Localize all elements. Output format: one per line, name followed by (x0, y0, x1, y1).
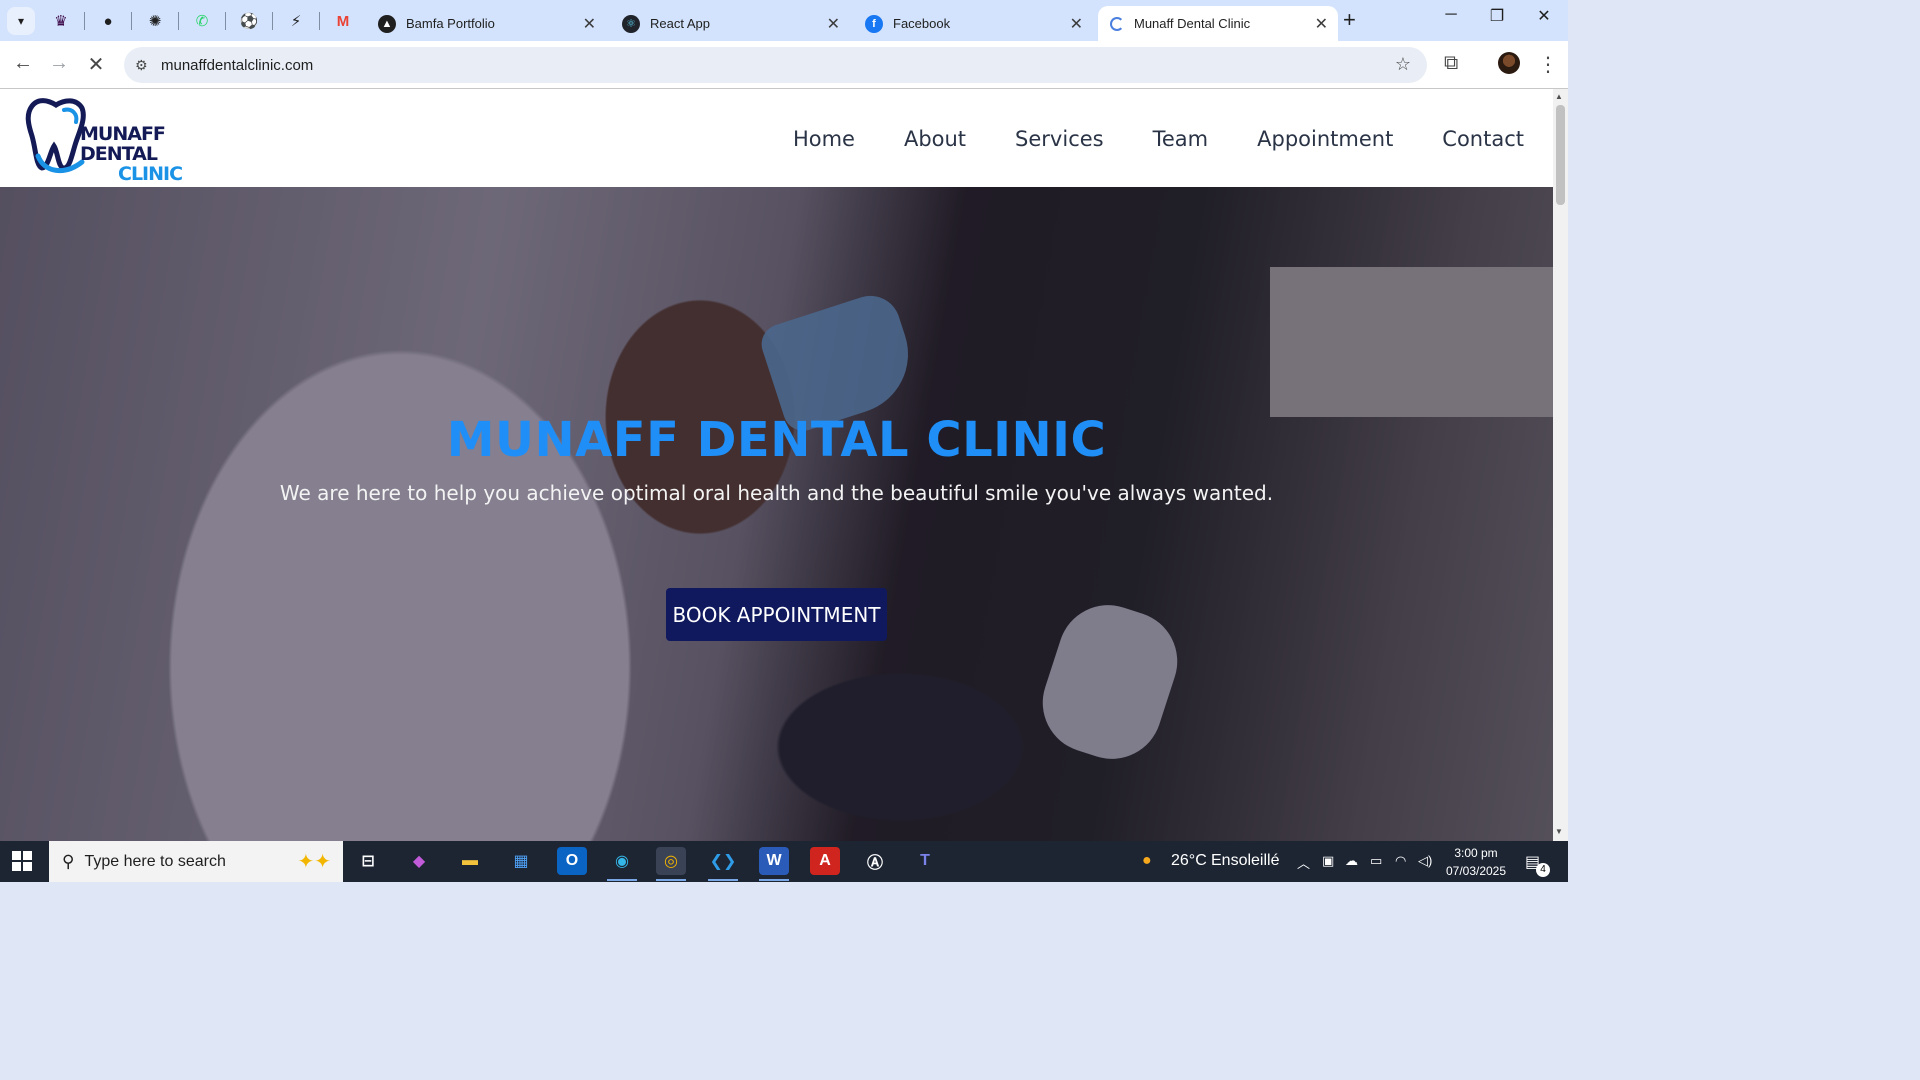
wifi-icon[interactable]: ◠ (1395, 853, 1406, 869)
web-page: MUNAFF DENTAL CLINIC Home About Services… (0, 89, 1553, 841)
site-info-icon[interactable]: ⚙ (135, 57, 155, 74)
tab-divider (84, 12, 85, 30)
scroll-up-icon[interactable]: ▲ (1555, 92, 1563, 101)
gmail-icon[interactable]: M (330, 8, 356, 34)
loading-icon (1110, 16, 1124, 31)
tab-divider (131, 12, 132, 30)
nav-team[interactable]: Team (1153, 127, 1209, 151)
tab-search-button[interactable]: ▾ (7, 7, 35, 35)
address-bar[interactable]: ⚙ munaffdentalclinic.com ☆ (124, 47, 1427, 83)
profile-avatar[interactable] (1498, 52, 1520, 74)
whatsapp-icon[interactable]: ✆ (189, 8, 215, 34)
windows-taskbar: ⚲ Type here to search ✦✦ ⊟ ◆ ▬ ▦ O ◉ ◎ ❮… (0, 841, 1568, 882)
tab-title: Munaff Dental Clinic (1134, 16, 1251, 31)
menu-kebab-icon[interactable]: ⋮ (1538, 52, 1558, 77)
vscode-icon[interactable]: ❮❯ (708, 847, 738, 881)
copilot-sparkle-icon: ✦✦ (297, 851, 331, 873)
app-store-icon[interactable]: Ⓐ (860, 847, 890, 875)
hero-title: MUNAFF DENTAL CLINIC (446, 412, 1107, 468)
facebook-icon: f (865, 14, 883, 33)
tab-bamfa-portfolio[interactable]: ▲ Bamfa Portfolio ✕ (366, 6, 606, 41)
tab-title: React App (650, 16, 710, 31)
logo-text: MUNAFF DENTAL CLINIC (80, 124, 204, 184)
task-view-icon[interactable]: ⊟ (353, 847, 383, 875)
search-icon: ⚲ (62, 851, 75, 871)
openai-icon[interactable]: ✺ (142, 8, 168, 34)
scrollbar-thumb[interactable] (1556, 105, 1565, 205)
browser-tab-strip: ▾ ♛ ● ✺ ✆ ⚽ ⚡ M ▲ Bamfa Portfolio ✕ ⚛ Re… (0, 0, 1568, 41)
edge-icon[interactable]: ◉ (607, 847, 637, 881)
tab-title: Bamfa Portfolio (406, 16, 495, 31)
react-icon: ⚛ (622, 14, 640, 33)
new-tab-button[interactable]: + (1343, 7, 1356, 33)
scroll-down-icon[interactable]: ▼ (1555, 827, 1563, 836)
notification-count-badge: 4 (1536, 863, 1550, 877)
battery-icon[interactable]: ▭ (1370, 853, 1382, 869)
onedrive-cloud-icon[interactable]: ☁ (1345, 853, 1358, 869)
chrome-icon[interactable]: ◎ (656, 847, 686, 881)
outlook-icon[interactable]: O (557, 847, 587, 875)
restore-button[interactable]: ❐ (1474, 6, 1520, 26)
close-icon[interactable]: ✕ (1070, 14, 1083, 34)
logo-line-1: MUNAFF DENTAL (80, 123, 166, 165)
forward-button[interactable]: → (46, 52, 72, 75)
close-icon[interactable]: ✕ (1315, 14, 1328, 34)
extensions-icon[interactable]: ⧉ (1444, 52, 1458, 75)
bolt-icon[interactable]: ⚡ (283, 8, 309, 34)
word-icon[interactable]: W (759, 847, 789, 881)
search-placeholder[interactable]: Type here to search (84, 853, 225, 871)
tab-title: Facebook (893, 16, 951, 31)
clock-time: 3:00 pm (1454, 846, 1498, 860)
windows-start-icon[interactable] (12, 851, 32, 871)
acrobat-icon[interactable]: A (810, 847, 840, 875)
football-icon[interactable]: ⚽ (236, 8, 262, 34)
weather-temp[interactable]: 26°C (1171, 852, 1207, 870)
meet-now-icon[interactable]: ▣ (1322, 853, 1334, 869)
tab-divider (319, 12, 320, 30)
tab-divider (225, 12, 226, 30)
tab-react-app[interactable]: ⚛ React App ✕ (610, 6, 850, 41)
main-nav: Home About Services Team Appointment Con… (793, 127, 1524, 151)
tab-facebook[interactable]: f Facebook ✕ (853, 6, 1093, 41)
book-appointment-button[interactable]: BOOK APPOINTMENT (666, 588, 887, 641)
nav-about[interactable]: About (904, 127, 966, 151)
weather-sun-icon[interactable]: ● (1142, 852, 1152, 870)
close-window-button[interactable]: ✕ (1521, 6, 1567, 26)
tab-divider (272, 12, 273, 30)
hero-subtitle: We are here to help you achieve optimal … (279, 481, 1274, 505)
bookmark-star-icon[interactable]: ☆ (1395, 54, 1411, 75)
taskbar-clock[interactable]: 3:00 pm 07/03/2025 (1440, 844, 1512, 880)
weather-condition[interactable]: Ensoleillé (1211, 852, 1279, 870)
clinic-logo[interactable]: MUNAFF DENTAL CLINIC (24, 96, 204, 184)
stop-loading-button[interactable]: ✕ (83, 52, 109, 77)
close-icon[interactable]: ✕ (827, 14, 840, 34)
nav-contact[interactable]: Contact (1442, 127, 1524, 151)
site-header: MUNAFF DENTAL CLINIC Home About Services… (0, 89, 1553, 187)
tab-munaff-dental-clinic[interactable]: Munaff Dental Clinic ✕ (1098, 6, 1338, 41)
tab-divider (178, 12, 179, 30)
page-scrollbar[interactable]: ▲ ▼ (1553, 89, 1568, 841)
hero-overlay (0, 187, 1553, 841)
browser-toolbar: ← → ✕ ⚙ munaffdentalclinic.com ☆ ⧉ ⋮ (0, 41, 1568, 89)
nav-appointment[interactable]: Appointment (1257, 127, 1393, 151)
nav-services[interactable]: Services (1015, 127, 1104, 151)
hero-section: MUNAFF DENTAL CLINIC We are here to help… (0, 187, 1553, 841)
file-explorer-icon[interactable]: ▬ (455, 847, 485, 875)
nav-home[interactable]: Home (793, 127, 855, 151)
taskbar-search[interactable]: ⚲ Type here to search ✦✦ (49, 841, 343, 882)
github-icon[interactable]: ● (95, 8, 121, 34)
close-icon[interactable]: ✕ (583, 14, 596, 34)
triangle-logo-icon: ▲ (378, 14, 396, 33)
show-hidden-icons-icon[interactable]: ︿ (1297, 853, 1310, 872)
premier-league-icon[interactable]: ♛ (48, 8, 74, 34)
back-button[interactable]: ← (10, 52, 36, 75)
clock-date: 07/03/2025 (1445, 864, 1507, 878)
microsoft-store-icon[interactable]: ▦ (506, 847, 536, 875)
copilot-icon[interactable]: ◆ (404, 847, 434, 875)
logo-line-2: CLINIC (118, 163, 183, 185)
minimize-button[interactable]: ─ (1428, 6, 1474, 24)
teams-icon[interactable]: T (910, 847, 940, 875)
volume-icon[interactable]: ◁) (1418, 853, 1432, 869)
url-text[interactable]: munaffdentalclinic.com (161, 57, 313, 74)
